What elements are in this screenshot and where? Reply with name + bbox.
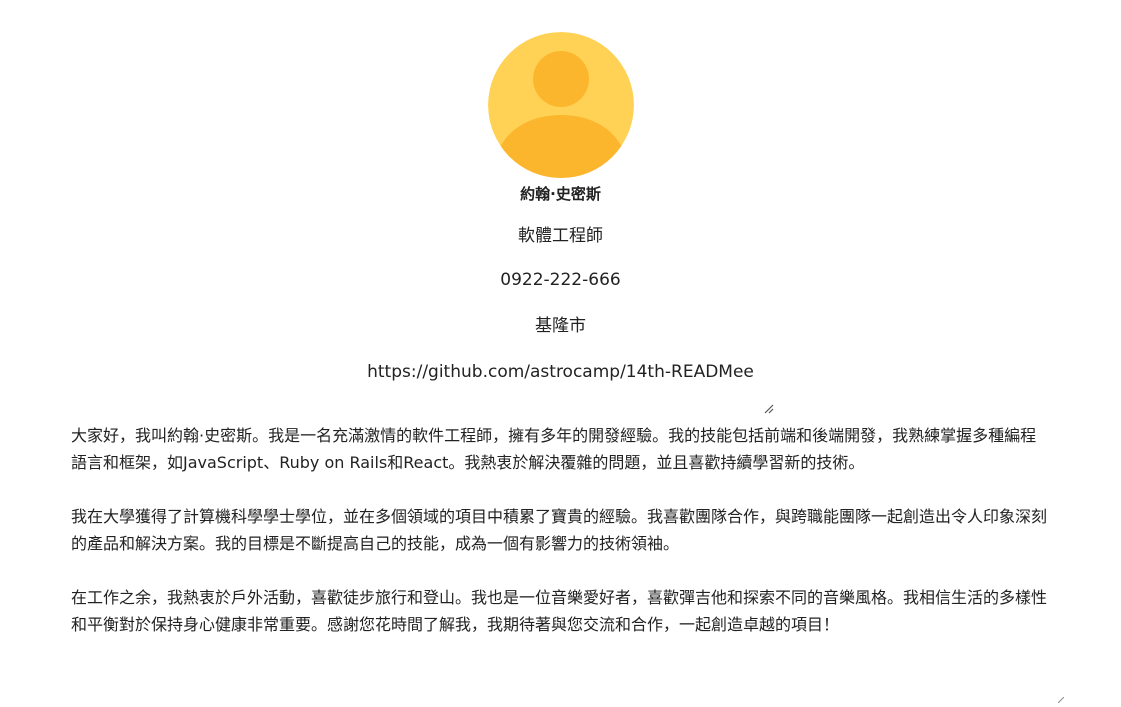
profile-title: 軟體工程師 — [518, 226, 603, 246]
profile-phone: 0922-222-666 — [500, 270, 621, 290]
user-avatar-icon — [488, 32, 634, 178]
github-link[interactable]: https://github.com/astrocamp/14th-READMe… — [367, 362, 754, 382]
profile-city: 基隆市 — [535, 316, 586, 336]
profile-github-row: https://github.com/astrocamp/14th-READMe… — [0, 361, 1121, 383]
scroll-corner-icon — [1057, 688, 1065, 704]
bio-section: 大家好，我叫約翰·史密斯。我是一名充滿激情的軟件工程師，擁有多年的開發經驗。我的… — [71, 422, 1051, 665]
bio-paragraph: 大家好，我叫約翰·史密斯。我是一名充滿激情的軟件工程師，擁有多年的開發經驗。我的… — [71, 426, 1037, 472]
profile-name: 約翰·史密斯 — [520, 185, 601, 203]
bio-paragraph: 在工作之余，我熱衷於戶外活動，喜歡徒步旅行和登山。我也是一位音樂愛好者，喜歡彈吉… — [71, 588, 1048, 634]
bio-paragraph: 我在大學獲得了計算機科學學士學位，並在多個領域的項目中積累了寶貴的經驗。我喜歡團… — [71, 507, 1048, 553]
resize-handle-icon[interactable] — [762, 401, 776, 415]
